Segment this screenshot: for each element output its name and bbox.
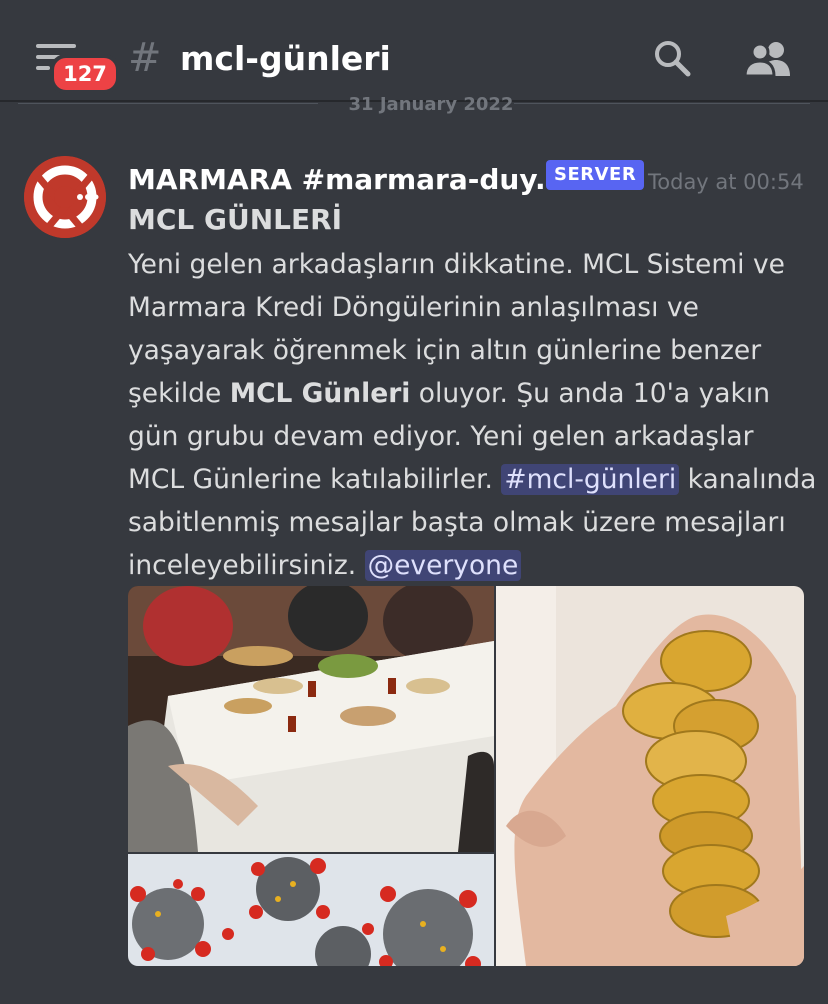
message-author[interactable]: MARMARA #marmara-duy... [128, 160, 567, 200]
unread-badge: 127 [50, 54, 120, 94]
message-timestamp: Today at 00:54 [648, 170, 804, 194]
everyone-mention[interactable]: @everyone [364, 550, 522, 581]
date-divider: 31 January 2022 [18, 92, 810, 120]
channel-mention[interactable]: #mcl-günleri [501, 464, 680, 495]
virus-illustration-photo[interactable] [128, 854, 494, 966]
channel-header: 127 # mcl-günleri [0, 0, 828, 102]
message-title: MCL GÜNLERİ [128, 203, 343, 236]
menu-icon [36, 66, 50, 70]
server-tag: SERVER [546, 160, 645, 190]
menu-icon [36, 44, 76, 48]
marmara-logo-icon [24, 156, 106, 238]
menu-button[interactable]: 127 [30, 38, 120, 94]
avatar[interactable] [24, 156, 106, 238]
members-icon[interactable] [744, 38, 792, 78]
divider-line [18, 103, 318, 104]
message-bold-text: MCL Günleri [229, 378, 411, 409]
divider-date: 31 January 2022 [348, 94, 514, 115]
image-attachments [128, 586, 804, 966]
tea-party-table-photo[interactable] [128, 586, 494, 852]
divider-line [514, 103, 810, 104]
channel-title[interactable]: mcl-günleri [180, 36, 391, 82]
gold-coins-in-hand-photo[interactable] [496, 586, 804, 966]
hash-icon: # [128, 35, 162, 81]
search-icon[interactable] [652, 38, 692, 78]
message-body: Yeni gelen arkadaşların dikkatine. MCL S… [128, 243, 818, 587]
